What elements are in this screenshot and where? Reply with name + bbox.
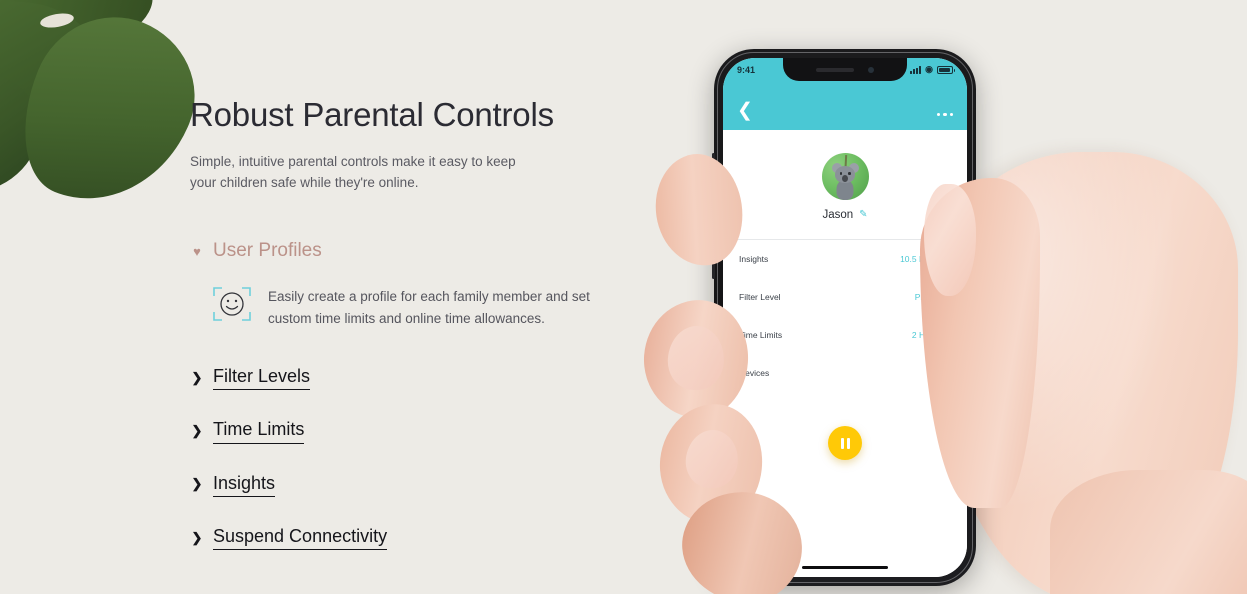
leaf-blade — [0, 0, 122, 167]
row-value: 5 — [936, 368, 942, 378]
accordion-item-time-limits: ❯ Time Limits — [190, 417, 620, 444]
list-item-insights[interactable]: Insights 10.5 Hours › — [723, 240, 967, 278]
koala-eye-right — [848, 172, 851, 175]
accordion-label: Insights — [213, 471, 276, 498]
app-content: Jason ✎ Insights 10.5 Hours › Filter Lev… — [723, 130, 967, 577]
accordion-body-text: Easily create a profile for each family … — [268, 289, 590, 327]
page-subtitle: Simple, intuitive parental controls make… — [190, 153, 516, 190]
chevron-right-icon: ❯ — [191, 476, 203, 492]
koala-body — [836, 180, 854, 200]
pause-button-area — [723, 426, 967, 460]
row-value: 2 Hours — [911, 330, 942, 340]
row-value-group: 5 › — [936, 367, 953, 379]
status-bar-time: 9:41 — [737, 64, 756, 75]
wifi-icon: ◉ — [925, 64, 933, 74]
volume-up-button[interactable] — [712, 193, 715, 231]
leaf-blade — [0, 0, 163, 88]
smiley-face-icon — [212, 286, 252, 322]
row-value-group: Pre-kid › — [914, 291, 953, 303]
volume-down-button[interactable] — [712, 241, 715, 279]
pause-connectivity-button[interactable] — [828, 426, 862, 460]
row-label: Filter Level — [739, 292, 781, 302]
accordion-label: User Profiles — [213, 239, 322, 261]
profile-name-row: Jason ✎ — [723, 209, 967, 221]
phone-screen: ❮ 9:41 ◉ Jason ✎ Insights 10.5 Hours › F… — [723, 58, 967, 577]
power-button[interactable] — [975, 213, 978, 267]
accordion-header-filter-levels[interactable]: ❯ Filter Levels — [190, 364, 620, 391]
chevron-right-icon: ❯ — [191, 369, 203, 385]
accordion-label: Filter Levels — [213, 364, 311, 391]
accordion-header-time-limits[interactable]: ❯ Time Limits — [190, 417, 620, 444]
pencil-edit-icon[interactable]: ✎ — [859, 210, 867, 220]
chevron-right-icon: › — [949, 291, 953, 302]
status-bar: 9:41 ◉ — [723, 58, 967, 81]
mute-switch[interactable] — [712, 153, 715, 175]
device-photo: ❮ 9:41 ◉ Jason ✎ Insights 10.5 Hours › F… — [620, 0, 1247, 594]
accordion-header-suspend-connectivity[interactable]: ❯ Suspend Connectivity — [190, 524, 620, 551]
profile-name: Jason — [822, 209, 854, 221]
chevron-right-icon: › — [949, 253, 953, 264]
chevron-right-icon: ❯ — [191, 529, 203, 545]
accordion-header-insights[interactable]: ❯ Insights — [190, 471, 620, 498]
list-item-time-limits[interactable]: Time Limits 2 Hours › — [723, 316, 967, 354]
profile-header: Jason ✎ — [723, 130, 967, 239]
cellular-signal-icon — [910, 65, 922, 74]
pause-icon-bar — [840, 437, 844, 449]
more-options-icon[interactable] — [936, 112, 953, 121]
chevron-left-icon[interactable]: ❮ — [737, 101, 753, 120]
row-value-group: 10.5 Hours › — [900, 253, 953, 265]
home-indicator[interactable] — [802, 565, 888, 569]
leaf-blade — [0, 0, 218, 230]
leaf-hole — [39, 11, 75, 30]
koala-nose — [842, 175, 848, 182]
chevron-right-icon: ❯ — [191, 423, 203, 439]
hand-wrist — [1050, 470, 1247, 594]
status-bar-indicators: ◉ — [910, 64, 955, 74]
page-title: Robust Parental Controls — [190, 96, 554, 133]
hand-palm — [938, 152, 1238, 594]
chevron-right-icon: › — [949, 329, 953, 340]
list-item-filter-level[interactable]: Filter Level Pre-kid › — [723, 278, 967, 316]
accordion-panel-user-profiles: Easily create a profile for each family … — [212, 286, 620, 330]
row-label: Time Limits — [739, 330, 783, 340]
row-label: Insights — [739, 254, 769, 264]
pause-icon-bar — [846, 437, 850, 449]
accordion-header-user-profiles[interactable]: ♥ User Profiles — [190, 238, 620, 265]
accordion-item-filter-levels: ❯ Filter Levels — [190, 364, 620, 391]
koala-avatar[interactable] — [821, 153, 869, 200]
accordion-label: Suspend Connectivity — [213, 524, 388, 551]
chevron-right-icon: › — [949, 367, 953, 378]
leaf-blade — [0, 66, 46, 202]
list-item-devices[interactable]: Devices 5 › — [723, 354, 967, 392]
row-value: 10.5 Hours — [900, 254, 942, 264]
hero-content: Robust Parental Controls Simple, intuiti… — [190, 96, 620, 577]
chevron-down-icon: ♥ — [193, 243, 201, 259]
row-value-group: 2 Hours › — [911, 329, 953, 341]
row-label: Devices — [739, 368, 770, 378]
accordion-item-insights: ❯ Insights — [190, 471, 620, 498]
smartphone-mockup: ❮ 9:41 ◉ Jason ✎ Insights 10.5 Hours › F… — [712, 49, 978, 586]
battery-icon — [937, 65, 955, 74]
page-canvas: Robust Parental Controls Simple, intuiti… — [0, 0, 1247, 594]
accordion-item-user-profiles: ♥ User Profiles Easily create a profile … — [190, 238, 620, 330]
accordion-item-suspend-connectivity: ❯ Suspend Connectivity — [190, 524, 620, 551]
accordion-label: Time Limits — [213, 417, 305, 444]
row-value: Pre-kid — [914, 292, 942, 302]
koala-eye-left — [839, 172, 842, 175]
